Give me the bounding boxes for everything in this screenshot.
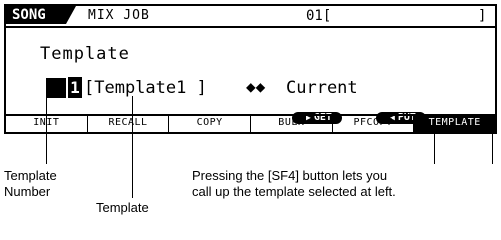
lcd-screen: SONG MIX JOB 01[ ] Template 1 [Template1… <box>4 4 497 134</box>
current-label: Current <box>286 78 358 98</box>
lcd-header: SONG MIX JOB 01[ ] <box>6 6 495 28</box>
callout-description-2: call up the template selected at left. <box>192 184 396 199</box>
callout-line-template <box>132 96 133 198</box>
menu-bulk[interactable]: BULK <box>250 116 332 132</box>
callout-line-right-h <box>465 116 493 117</box>
song-bracket-close: ] <box>478 8 487 24</box>
swap-arrows-icon: ◆◆ <box>246 77 266 96</box>
job-label: MIX JOB <box>88 8 150 23</box>
menu-template[interactable]: TEMPLATE <box>413 116 495 132</box>
callout-line-right-v <box>492 116 493 164</box>
template-name-field: [Template1 ] <box>84 78 207 98</box>
callout-template: Template <box>96 200 149 215</box>
menu-pfcopy[interactable]: PFCOPY <box>331 116 414 132</box>
function-menu: INIT RECALL COPY BULK PFCOPY TEMPLATE <box>6 114 495 132</box>
callout-line-template-number <box>46 96 47 164</box>
cursor-block <box>46 78 66 98</box>
song-number: 01[ <box>306 8 332 24</box>
menu-copy[interactable]: COPY <box>168 116 250 132</box>
callout-template-number: Template Number <box>4 168 57 199</box>
menu-recall[interactable]: RECALL <box>86 116 169 132</box>
mode-tab: SONG <box>6 6 76 24</box>
callout-line-sf4 <box>434 124 435 164</box>
template-number-field[interactable]: 1 <box>68 77 82 98</box>
callout-description-1: Pressing the [SF4] button lets you <box>192 168 388 183</box>
page-title: Template <box>40 44 130 64</box>
